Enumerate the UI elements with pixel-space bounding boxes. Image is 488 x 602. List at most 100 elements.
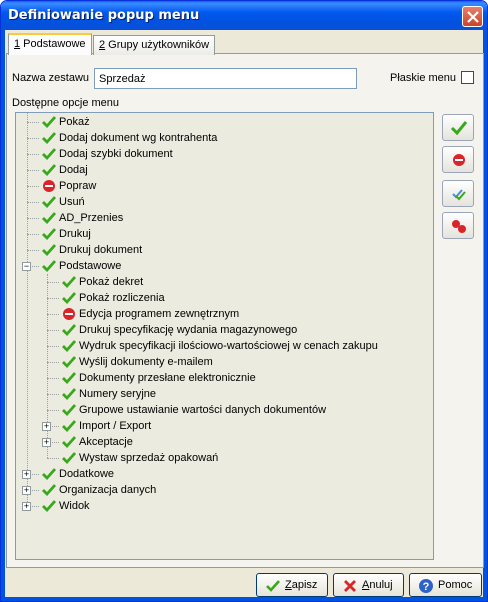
- svg-text:?: ?: [423, 581, 430, 593]
- tree-item-label: Wystaw sprzedaż opakowań: [79, 452, 219, 464]
- tree-item-label: Dodaj: [59, 164, 88, 176]
- toggle-glyph: −: [23, 261, 30, 271]
- tree-guide-line: [27, 122, 39, 123]
- tree-guide-line: [47, 314, 59, 315]
- tree-guide-line: [47, 410, 59, 411]
- tree-item-label: Dodaj dokument wg kontrahenta: [59, 132, 218, 144]
- check-icon: [62, 436, 76, 449]
- minus-circle-icon: [43, 180, 55, 192]
- expand-toggle[interactable]: +: [22, 469, 31, 479]
- check-icon: [62, 388, 76, 401]
- cancel-button[interactable]: Anuluj: [333, 573, 404, 597]
- toggle-glyph: +: [43, 421, 50, 431]
- cancel-button-label: nuluj: [369, 579, 393, 591]
- tree-guide-line: [47, 378, 59, 379]
- options-label: Dostępne opcje menu: [12, 97, 120, 109]
- close-button[interactable]: [462, 6, 483, 27]
- enable-all-button[interactable]: [442, 180, 474, 207]
- help-button-label: Pomoc: [438, 579, 473, 591]
- check-icon: [62, 356, 76, 369]
- tree-item-label: Drukuj specyfikację wydania magazynowego: [79, 324, 298, 336]
- tree-item-label: Pokaż dekret: [79, 276, 144, 288]
- minus-circle-icon: [63, 308, 75, 320]
- flat-menu-checkbox[interactable]: [461, 71, 474, 84]
- check-icon: [62, 340, 76, 353]
- check-icon: [42, 212, 56, 225]
- tree-item-label: Pokaż: [59, 116, 90, 128]
- tree-item-label: Drukuj dokument: [59, 244, 143, 256]
- tree-guide-line: [47, 362, 59, 363]
- toggle-glyph: +: [23, 501, 30, 511]
- expand-toggle[interactable]: +: [22, 485, 31, 495]
- tree-guide-line: [47, 330, 59, 331]
- window-title: Definiowanie popup menu: [8, 8, 200, 23]
- name-input[interactable]: [94, 68, 357, 89]
- tree-guide-line: [47, 394, 59, 395]
- title-bar[interactable]: Definiowanie popup menu: [1, 1, 487, 30]
- tree-item-label: Numery seryjne: [79, 388, 157, 400]
- dialog-window: Definiowanie popup menu 1 Podstawowe 2 G…: [0, 0, 488, 602]
- flat-menu-label: Płaskie menu: [390, 72, 457, 84]
- collapse-toggle[interactable]: −: [22, 261, 31, 271]
- multi-check-icon: [452, 189, 466, 201]
- tree-item-label: Dodatkowe: [59, 468, 115, 480]
- window-frame-left: [1, 30, 5, 601]
- tree-item-label: Wydruk specyfikacji ilościowo-wartościow…: [79, 340, 378, 352]
- check-icon: [62, 420, 76, 433]
- expand-toggle[interactable]: +: [22, 501, 31, 511]
- tree-item-label: Podstawowe: [59, 260, 122, 272]
- tree-item-label: Usuń: [59, 196, 85, 208]
- disable-selected-button[interactable]: [442, 146, 474, 173]
- tree-guide-line: [47, 346, 59, 347]
- tree-guide-line: [47, 282, 59, 283]
- check-icon: [42, 164, 56, 177]
- tree-guide-line: [27, 138, 39, 139]
- cross-icon: [344, 580, 356, 592]
- enable-selected-button[interactable]: [442, 114, 474, 141]
- tab-grupy-uzytkownikow[interactable]: 2 Grupy użytkowników: [93, 35, 216, 55]
- check-icon: [62, 372, 76, 385]
- expand-toggle[interactable]: +: [42, 437, 51, 447]
- tree-guide-line: [27, 234, 39, 235]
- tree-item-label: AD_Przenies: [59, 212, 124, 224]
- check-icon: [62, 404, 76, 417]
- tree-guide-line: [27, 186, 39, 187]
- help-icon: ?: [419, 579, 433, 593]
- check-icon: [42, 244, 56, 257]
- tree-item-label: Dodaj szybki dokument: [59, 148, 173, 160]
- menu-options-tree[interactable]: Pokaż Dodaj dokument wg kontrahenta Dodaj …: [15, 112, 434, 560]
- check-icon: [42, 196, 56, 209]
- tree-item-label: Pokaż rozliczenia: [79, 292, 165, 304]
- tree-guide-line: [27, 113, 28, 506]
- tab-podstawowe-label: Podstawowe: [20, 38, 86, 50]
- check-icon: [42, 132, 56, 145]
- check-icon: [42, 500, 56, 513]
- check-icon: [42, 468, 56, 481]
- minus-circle-icon: [453, 154, 465, 166]
- tree-item-label: Edycja programem zewnętrznym: [79, 308, 240, 320]
- check-icon: [62, 276, 76, 289]
- check-icon: [42, 116, 56, 129]
- help-button[interactable]: ? Pomoc: [409, 573, 482, 597]
- tree-guide-line: [27, 218, 39, 219]
- check-icon: [450, 121, 468, 136]
- toggle-glyph: +: [43, 437, 50, 447]
- check-icon: [42, 260, 56, 273]
- tree-guide-line: [47, 298, 59, 299]
- save-button[interactable]: Zapisz: [256, 573, 328, 597]
- tab-grupy-label: Grupy użytkowników: [105, 39, 210, 51]
- expand-toggle[interactable]: +: [42, 421, 51, 431]
- check-icon: [42, 228, 56, 241]
- tree-item-label: Wyślij dokumenty e-mailem: [79, 356, 213, 368]
- toggle-glyph: +: [23, 469, 30, 479]
- window-frame-bottom: [1, 597, 487, 601]
- tree-item-label: Akceptacje: [79, 436, 133, 448]
- check-icon: [42, 148, 56, 161]
- multi-minus-icon: [452, 220, 466, 233]
- check-icon: [42, 484, 56, 497]
- tab-podstawowe[interactable]: 1 Podstawowe: [8, 33, 92, 55]
- tree-guide-line: [47, 458, 59, 459]
- check-icon: [62, 292, 76, 305]
- disable-all-button[interactable]: [442, 212, 474, 239]
- tree-item-label: Drukuj: [59, 228, 91, 240]
